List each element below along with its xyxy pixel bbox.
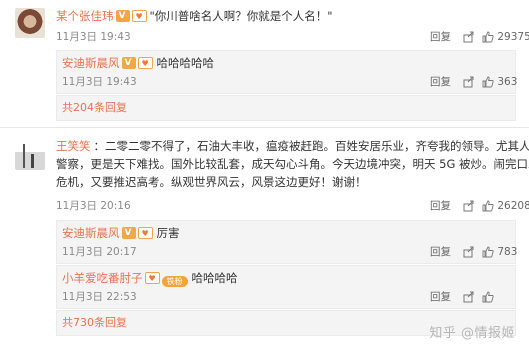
avatar[interactable] (15, 140, 45, 170)
like-icon (482, 200, 494, 212)
like-count: 363 (497, 76, 518, 88)
like-count: 26208 (497, 200, 529, 212)
reply-button[interactable]: 回复 (430, 74, 451, 90)
reply-text: 哈哈哈哈 (191, 271, 238, 285)
like-button[interactable]: 363 (482, 74, 517, 90)
reply-button[interactable]: 回复 (430, 289, 451, 305)
like-icon (482, 31, 494, 43)
like-button[interactable]: 29375 (482, 29, 529, 45)
comment-author[interactable]: 王笑笑 (56, 139, 91, 153)
like-icon (482, 291, 494, 303)
share-button[interactable] (463, 289, 475, 305)
reply-header: 安迪斯晨风 哈哈哈哈哈 (62, 55, 215, 72)
reply-button[interactable]: 回复 (430, 29, 451, 45)
comment-text: 危机，又要推迟高考。纵观世界风云，风景这边更好！谢谢！ (56, 175, 367, 189)
comment-text: 警察，更是天下难找。国外比较乱套，成天勾心斗角。今天边境冲突，明天 5G 被炒。… (56, 157, 529, 171)
verified-badge-icon (121, 55, 136, 71)
reply-header: 安迪斯晨风 厉害 (62, 225, 180, 242)
avatar-image (23, 144, 25, 168)
reply-time: 11月3日 19:43 (62, 76, 137, 88)
fan-badge: 铁粉 (161, 276, 188, 287)
like-count: 783 (497, 246, 518, 258)
share-button[interactable] (463, 29, 475, 45)
like-count: 29375 (497, 31, 529, 43)
reply-text: 厉害 (156, 226, 180, 240)
share-icon (463, 200, 475, 212)
watermark: 知乎 @情报姬 (429, 326, 515, 341)
share-button[interactable] (463, 198, 475, 214)
verified-badge-icon (121, 225, 136, 241)
like-button[interactable] (482, 289, 494, 305)
comment-author[interactable]: 某个张佳玮 (56, 9, 114, 23)
like-button[interactable]: 783 (482, 244, 517, 260)
comment-text: 二零二零不得了，石油大丰收，瘟疫被赶跑。百姓安居乐业，齐夸我的领导。尤其人民 (105, 139, 529, 153)
level-badge-icon (137, 56, 153, 72)
share-icon (463, 246, 475, 258)
avatar[interactable] (15, 8, 45, 38)
like-icon (482, 76, 494, 88)
avatar-image (31, 154, 34, 168)
like-button[interactable]: 26208 (482, 198, 529, 214)
reply-text: 哈哈哈哈哈 (156, 56, 215, 70)
divider (0, 127, 529, 128)
comment-time: 11月3日 20:16 (56, 200, 131, 212)
level-badge-icon (144, 271, 160, 287)
reply-author[interactable]: 小羊爱吃番肘子 (62, 271, 143, 285)
level-badge-icon (137, 226, 153, 242)
reply-header: 小羊爱吃番肘子 铁粉哈哈哈哈 (62, 270, 238, 287)
comment-time: 11月3日 19:43 (56, 31, 131, 43)
share-icon (463, 31, 475, 43)
reply-button[interactable]: 回复 (430, 244, 451, 260)
comment-header: 王笑笑 ：二零二零不得了，石油大丰收，瘟疫被赶跑。百姓安居乐业，齐夸我的领导。尤其… (56, 138, 529, 154)
reply-button[interactable]: 回复 (430, 198, 451, 214)
reply-time: 11月3日 20:17 (62, 246, 137, 258)
comment-header: 某个张佳玮 "你川普啥名人啊？你就是个人名！" (56, 8, 333, 25)
share-icon (463, 76, 475, 88)
verified-badge-icon (115, 8, 130, 24)
comment-text: "你川普啥名人啊？你就是个人名！" (149, 9, 333, 23)
share-button[interactable] (463, 244, 475, 260)
more-replies-link[interactable]: 共204条回复 (62, 100, 127, 116)
share-icon (463, 291, 475, 303)
reply-time: 11月3日 22:53 (62, 291, 137, 303)
reply-author[interactable]: 安迪斯晨风 (62, 226, 120, 240)
level-badge-icon (131, 9, 147, 25)
like-icon (482, 246, 494, 258)
reply-author[interactable]: 安迪斯晨风 (62, 56, 120, 70)
more-replies-link[interactable]: 共730条回复 (62, 315, 127, 331)
share-button[interactable] (463, 74, 475, 90)
